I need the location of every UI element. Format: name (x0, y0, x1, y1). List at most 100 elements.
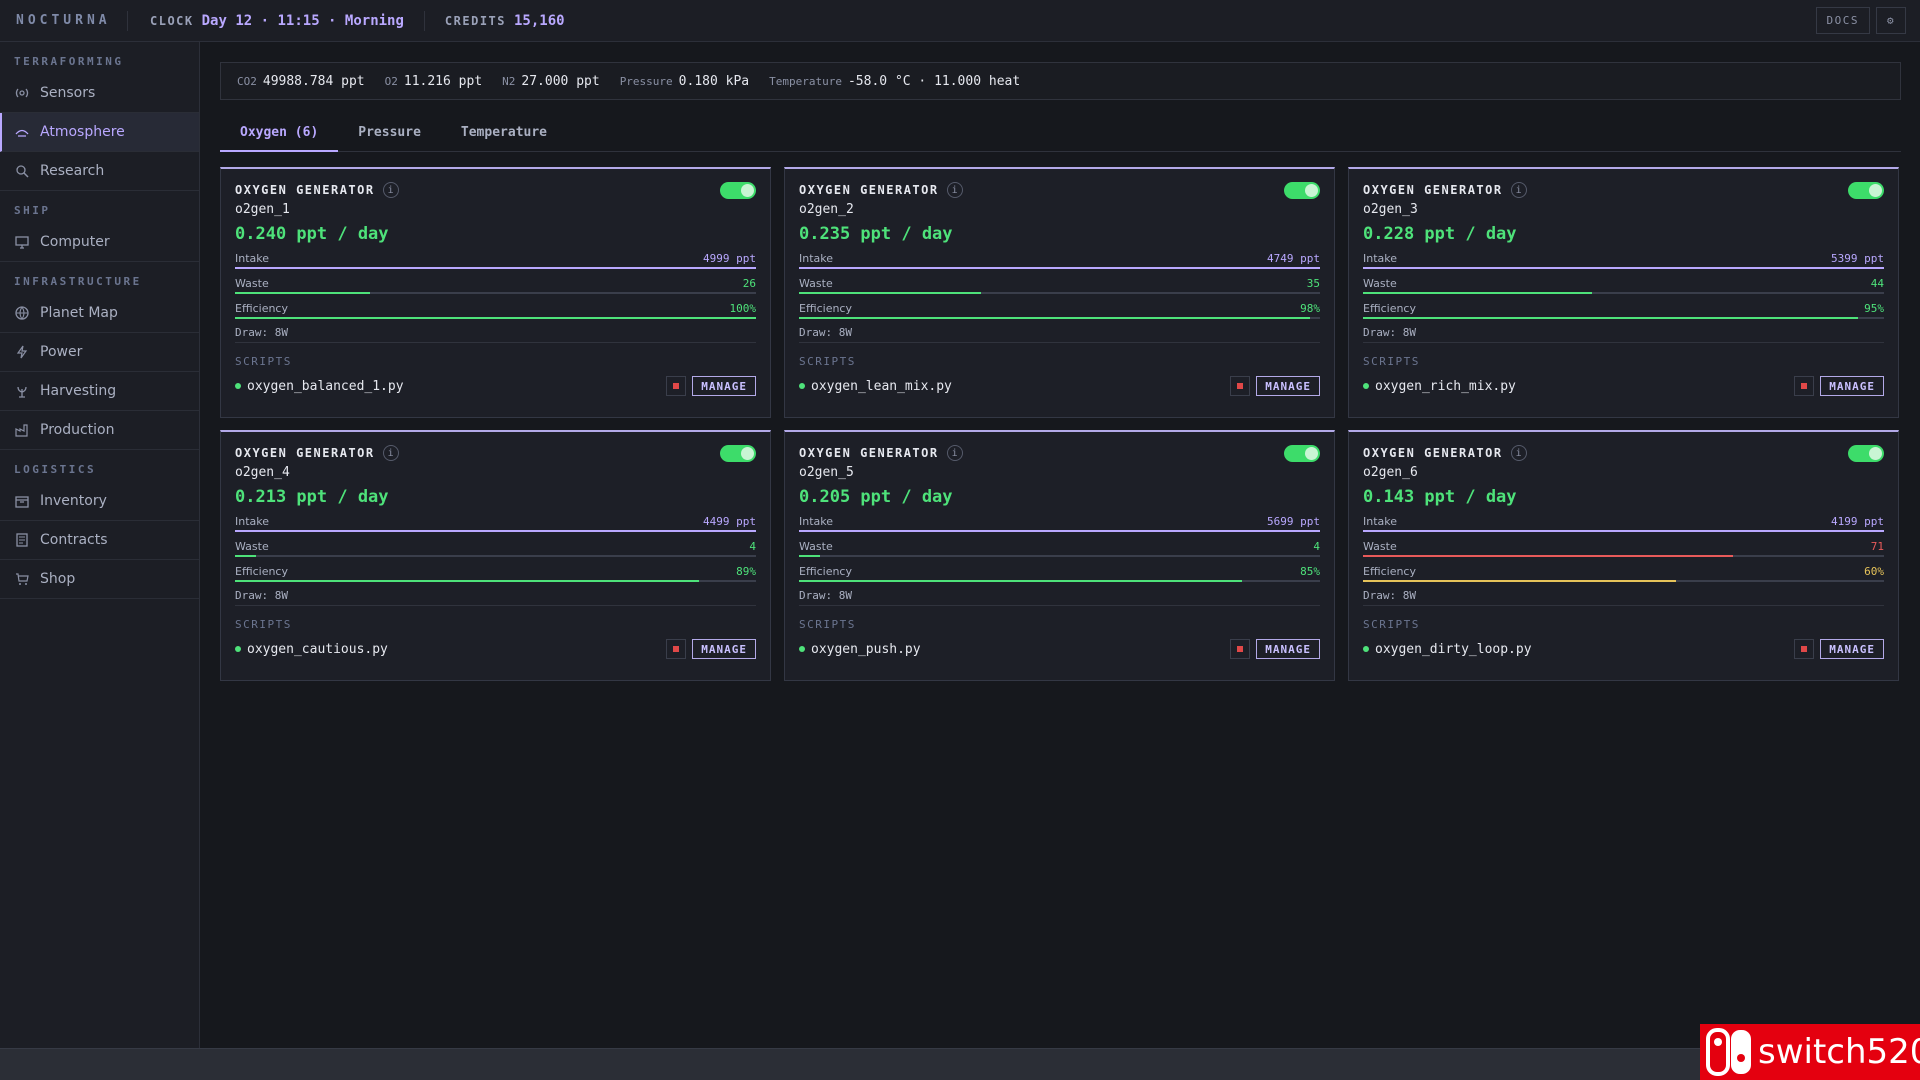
stop-button[interactable] (1230, 639, 1251, 659)
bolt-icon (14, 344, 30, 360)
intake-row: Intake 4749 ppt (799, 248, 1320, 265)
power-toggle[interactable] (1284, 181, 1320, 199)
waste-metric: Waste 4 (799, 536, 1320, 561)
script-name: oxygen_rich_mix.py (1375, 378, 1516, 394)
power-toggle[interactable] (720, 444, 756, 462)
card-header: OXYGEN GENERATOR i (799, 444, 1320, 462)
generator-id: o2gen_4 (235, 465, 290, 480)
production-rate: 0.213 ppt / day (235, 487, 389, 507)
stat-pressure: Pressure 0.180 kPa (620, 74, 749, 89)
efficiency-bar (1363, 317, 1884, 319)
intake-bar (799, 530, 1320, 532)
stop-button[interactable] (1230, 376, 1251, 396)
watermark: switch520 (1700, 1024, 1920, 1080)
production-rate: 0.235 ppt / day (799, 224, 953, 244)
atmosphere-stats-bar: CO2 49988.784 ppt O2 11.216 ppt N2 27.000 ppt… (220, 62, 1901, 100)
waste-bar-fill (235, 292, 371, 294)
efficiency-bar (235, 317, 756, 319)
sidebar-item-harvesting[interactable]: Harvesting (0, 372, 199, 411)
card-title: OXYGEN GENERATOR (799, 183, 939, 197)
info-icon[interactable]: i (1510, 445, 1527, 461)
info-icon[interactable]: i (382, 445, 399, 461)
sidebar-item-atmosphere[interactable]: Atmosphere (0, 113, 199, 152)
sidebar-item-planet-map[interactable]: Planet Map (0, 294, 199, 333)
sidebar-item-inventory[interactable]: Inventory (0, 482, 199, 521)
manage-button[interactable]: MANAGE (1256, 639, 1320, 659)
scripts-label: SCRIPTS (799, 355, 856, 368)
intake-metric: Intake 5699 ppt (799, 511, 1320, 536)
sidebar-item-label: Contracts (40, 532, 108, 548)
efficiency-row: Efficiency 89% (235, 561, 756, 578)
waste-metric: Waste 71 (1363, 536, 1884, 561)
efficiency-row: Efficiency 98% (799, 298, 1320, 315)
manage-button[interactable]: MANAGE (1256, 376, 1320, 396)
sidebar-item-sensors[interactable]: Sensors (0, 74, 199, 113)
manage-button[interactable]: MANAGE (1820, 639, 1884, 659)
efficiency-value: 100% (729, 302, 757, 315)
intake-label: Intake (1363, 515, 1398, 528)
intake-metric: Intake 4199 ppt (1363, 511, 1884, 536)
waste-value: 35 (1306, 277, 1320, 290)
waste-label: Waste (235, 540, 269, 553)
sidebar-item-research[interactable]: Research (0, 152, 199, 191)
sidebar: TERRAFORMING Sensors Atmosphere Research SHI… (0, 42, 200, 1048)
stop-button[interactable] (1794, 376, 1815, 396)
efficiency-bar (1363, 580, 1884, 582)
power-toggle[interactable] (1848, 181, 1884, 199)
tab-pressure[interactable]: Pressure (338, 122, 441, 152)
clock: CLOCK Day 12 · 11:15 · Morning (128, 13, 404, 29)
intake-value: 5699 ppt (1267, 515, 1320, 528)
stop-button[interactable] (666, 639, 687, 659)
script-row: oxygen_balanced_1.py MANAGE (235, 373, 756, 399)
manage-button[interactable]: MANAGE (692, 376, 756, 396)
card-title: OXYGEN GENERATOR (799, 446, 939, 460)
generator-card: OXYGEN GENERATOR i o2gen_2 0.235 ppt / day I… (784, 167, 1335, 418)
scripts-label: SCRIPTS (1363, 618, 1420, 631)
stat-value: 0.180 kPa (678, 73, 750, 89)
intake-row: Intake 5699 ppt (799, 511, 1320, 528)
info-icon[interactable]: i (1510, 182, 1527, 198)
credits-value: 15,160 (514, 12, 565, 29)
waste-bar (235, 555, 756, 557)
power-toggle[interactable] (720, 181, 756, 199)
sidebar-item-power[interactable]: Power (0, 333, 199, 372)
waste-row: Waste 35 (799, 273, 1320, 290)
settings-button[interactable]: ⚙ (1876, 7, 1906, 34)
power-toggle[interactable] (1848, 444, 1884, 462)
scripts-label: SCRIPTS (799, 618, 856, 631)
script-row: oxygen_push.py MANAGE (799, 636, 1320, 662)
info-icon[interactable]: i (946, 445, 963, 461)
waste-bar (235, 292, 756, 294)
script-row: oxygen_dirty_loop.py MANAGE (1363, 636, 1884, 662)
sidebar-item-shop[interactable]: Shop (0, 560, 199, 599)
efficiency-metric: Efficiency 60% (1363, 561, 1884, 586)
stop-button[interactable] (1794, 639, 1815, 659)
card-title: OXYGEN GENERATOR (235, 446, 375, 460)
docs-button[interactable]: DOCS (1815, 7, 1870, 34)
efficiency-value: 89% (736, 565, 756, 578)
sidebar-item-computer[interactable]: Computer (0, 223, 199, 262)
scripts-label: SCRIPTS (235, 618, 292, 631)
intake-value: 4499 ppt (703, 515, 756, 528)
stop-button[interactable] (666, 376, 687, 396)
status-dot-icon (799, 383, 805, 389)
sidebar-item-production[interactable]: Production (0, 411, 199, 450)
intake-label: Intake (799, 515, 834, 528)
stat-n2: N2 27.000 ppt (502, 74, 600, 89)
stat-o2: O2 11.216 ppt (385, 74, 483, 89)
manage-button[interactable]: MANAGE (692, 639, 756, 659)
info-icon[interactable]: i (946, 182, 963, 198)
efficiency-label: Efficiency (1363, 302, 1416, 315)
efficiency-metric: Efficiency 89% (235, 561, 756, 586)
tab-temperature[interactable]: Temperature (441, 122, 567, 152)
waste-value: 71 (1870, 540, 1884, 553)
manage-button[interactable]: MANAGE (1820, 376, 1884, 396)
sidebar-item-contracts[interactable]: Contracts (0, 521, 199, 560)
info-icon[interactable]: i (382, 182, 399, 198)
intake-bar (1363, 530, 1884, 532)
power-toggle[interactable] (1284, 444, 1320, 462)
sidebar-item-label: Power (40, 344, 83, 360)
waste-row: Waste 44 (1363, 273, 1884, 290)
tab-oxygen[interactable]: Oxygen (6) (220, 122, 339, 152)
stop-icon (673, 383, 680, 389)
